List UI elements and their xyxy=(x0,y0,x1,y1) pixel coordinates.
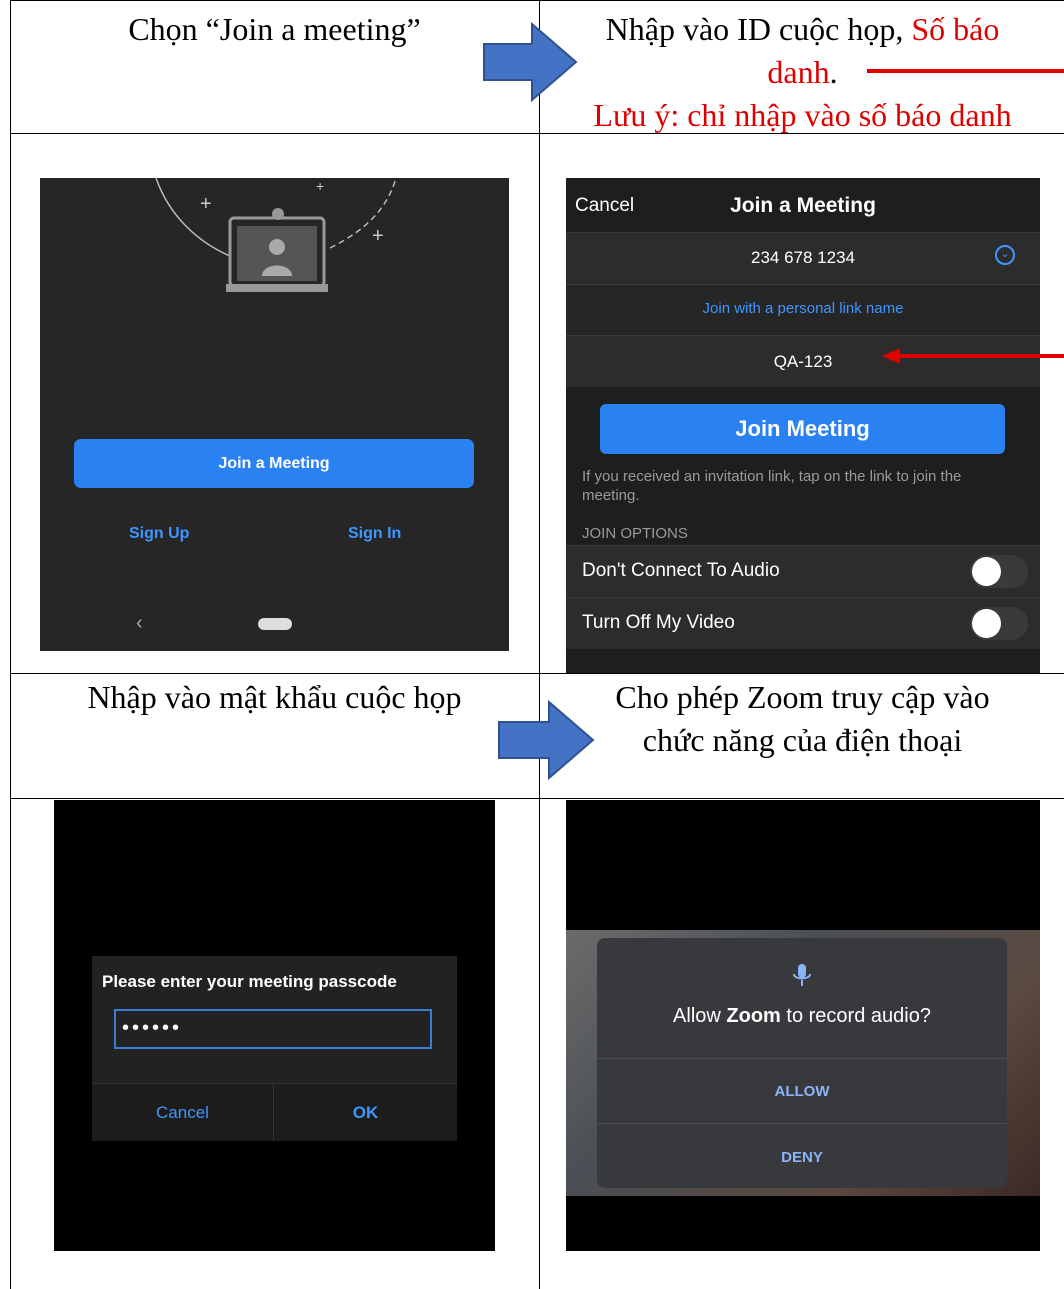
instruction-id-highlight-2: danh xyxy=(767,54,830,90)
meeting-id-input[interactable]: 234 678 1234 xyxy=(566,248,1040,268)
back-nav-icon[interactable]: ‹ xyxy=(136,612,143,635)
instruction-join: Chọn “Join a meeting” xyxy=(128,11,421,47)
passcode-dialog-buttons: Cancel OK xyxy=(92,1083,457,1141)
join-meeting-button[interactable]: Join a Meeting xyxy=(74,439,474,488)
zoom-home-screen: + + + Join a Meeting Sign Up Sign In ‹ xyxy=(40,178,509,651)
permission-question: Allow Zoom to record audio? xyxy=(597,1005,1007,1028)
instruction-enter-id: Nhập vào ID cuộc họp, Số báo danh. xyxy=(545,8,1060,94)
sign-in-link[interactable]: Sign In xyxy=(348,525,401,543)
toggle-knob xyxy=(972,557,1001,586)
arrow-right-icon xyxy=(483,22,578,102)
toggle-knob xyxy=(972,609,1001,638)
permission-screen: Allow Zoom to record audio? ALLOW DENY xyxy=(566,800,1040,1251)
table-border-left xyxy=(10,0,11,1289)
red-pointer-line xyxy=(867,69,1064,73)
divider xyxy=(597,1123,1007,1124)
table-border-mid xyxy=(539,0,540,1289)
table-row-divider-3 xyxy=(10,798,1064,799)
svg-text:+: + xyxy=(316,178,324,194)
svg-text:+: + xyxy=(200,193,212,215)
instruction-permission: Cho phép Zoom truy cập vào chức năng của… xyxy=(545,676,1060,762)
deny-button[interactable]: DENY xyxy=(597,1149,1007,1166)
join-meeting-submit-button[interactable]: Join Meeting xyxy=(600,404,1005,454)
permission-question-post: to record audio? xyxy=(780,1005,931,1027)
invitation-hint: If you received an invitation link, tap … xyxy=(582,468,962,504)
join-header: Cancel Join a Meeting xyxy=(566,178,1040,233)
join-meeting-screen: Cancel Join a Meeting 234 678 1234 ⌄ Joi… xyxy=(566,178,1040,673)
option-video-row[interactable]: Turn Off My Video xyxy=(566,597,1040,649)
instruction-permission-line1: Cho phép Zoom truy cập vào xyxy=(615,679,990,715)
instruction-id-highlight: Số báo xyxy=(911,11,1000,47)
meeting-id-row[interactable]: 234 678 1234 xyxy=(566,232,1040,284)
permission-dialog: Allow Zoom to record audio? ALLOW DENY xyxy=(597,938,1007,1188)
microphone-icon xyxy=(793,964,811,986)
passcode-dialog: Please enter your meeting passcode •••••… xyxy=(92,956,457,1141)
allow-button[interactable]: ALLOW xyxy=(597,1083,1007,1100)
instruction-enter-id-text: Nhập vào ID cuộc họp, xyxy=(605,11,912,47)
chevron-down-icon[interactable]: ⌄ xyxy=(995,245,1015,265)
instruction-dot: . xyxy=(829,54,838,90)
instruction-permission-line2: chức năng của điện thoại xyxy=(642,722,963,758)
divider xyxy=(597,1058,1007,1059)
table-border-top xyxy=(10,0,1064,1)
option-video-label: Turn Off My Video xyxy=(582,612,735,633)
zoom-illustration-icon: + + + xyxy=(155,178,397,292)
passcode-dialog-title: Please enter your meeting passcode xyxy=(102,972,397,991)
home-nav-pill[interactable] xyxy=(258,618,292,630)
audio-toggle[interactable] xyxy=(970,555,1028,588)
option-audio-label: Don't Connect To Audio xyxy=(582,560,780,581)
ok-button[interactable]: OK xyxy=(274,1084,457,1141)
page-title: Join a Meeting xyxy=(730,194,876,217)
red-arrow-icon xyxy=(882,348,1064,364)
table-row-divider-2 xyxy=(10,673,1064,674)
passcode-screen: Please enter your meeting passcode •••••… xyxy=(54,800,495,1251)
option-audio-row[interactable]: Don't Connect To Audio xyxy=(566,545,1040,597)
permission-question-pre: Allow xyxy=(673,1005,727,1027)
passcode-input[interactable]: •••••• xyxy=(114,1009,432,1049)
instruction-note: Lưu ý: chỉ nhập vào số báo danh xyxy=(593,97,1012,133)
cancel-button[interactable]: Cancel xyxy=(92,1084,274,1141)
video-toggle[interactable] xyxy=(970,607,1028,640)
permission-app-name: Zoom xyxy=(726,1005,781,1027)
personal-link-button[interactable]: Join with a personal link name xyxy=(566,300,1040,317)
join-options-header: JOIN OPTIONS xyxy=(582,525,688,542)
instruction-passcode: Nhập vào mật khẩu cuộc họp xyxy=(87,679,462,715)
sign-up-link[interactable]: Sign Up xyxy=(129,525,189,543)
svg-text:+: + xyxy=(372,225,384,247)
arrow-right-icon-2 xyxy=(498,700,595,780)
